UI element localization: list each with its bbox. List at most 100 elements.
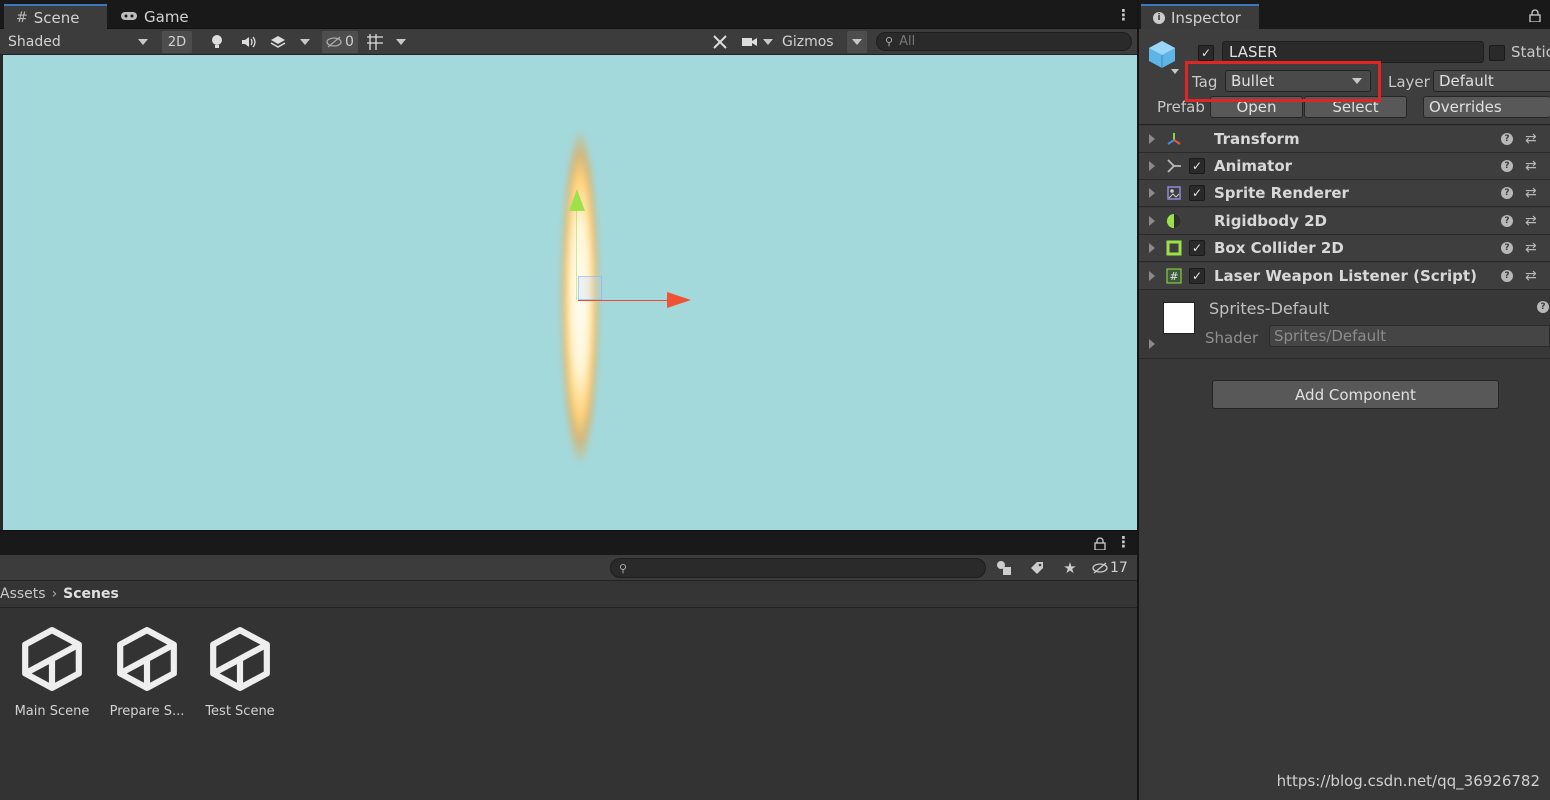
project-header: ⋮: [0, 530, 1138, 555]
foldout-arrow-icon[interactable]: [1149, 243, 1155, 253]
chevron-down-icon: [300, 39, 310, 45]
object-name-field[interactable]: LASER: [1222, 41, 1484, 63]
component-enabled-checkbox[interactable]: ✓: [1189, 240, 1205, 256]
grid-snapping-dropdown[interactable]: [366, 31, 412, 53]
asset-test-scene[interactable]: Test Scene: [192, 626, 288, 719]
foldout-arrow-icon[interactable]: [1149, 271, 1155, 281]
tools-button[interactable]: [710, 31, 730, 53]
watermark-text: https://blog.csdn.net/qq_36926782: [1276, 772, 1540, 790]
tab-scene[interactable]: # Scene: [4, 4, 107, 29]
help-icon[interactable]: ?: [1537, 301, 1549, 313]
chevron-down-icon: [396, 39, 406, 45]
foldout-arrow-icon[interactable]: [1149, 216, 1155, 226]
gamepad-icon: [120, 8, 138, 26]
breadcrumb-assets[interactable]: Assets: [0, 586, 46, 602]
gizmos-dropdown[interactable]: [847, 31, 867, 53]
help-icon[interactable]: ?: [1501, 133, 1513, 145]
speaker-icon: [242, 36, 256, 48]
chevron-down-icon[interactable]: [1171, 69, 1179, 74]
component-animator[interactable]: ✓ Animator ? ⇄: [1139, 153, 1550, 180]
settings-icon[interactable]: ⇄: [1525, 131, 1537, 147]
layer-label: Layer: [1388, 73, 1430, 91]
lighting-toggle[interactable]: [206, 31, 228, 53]
move-y-handle[interactable]: [569, 189, 585, 211]
project-search-input[interactable]: ⚲: [610, 558, 986, 578]
scene-menu-icon[interactable]: ⋮: [1116, 8, 1131, 23]
component-box-collider-2d[interactable]: ✓ Box Collider 2D ? ⇄: [1139, 235, 1550, 262]
hidden-packages-count: 17: [1110, 560, 1128, 576]
breadcrumb-scenes[interactable]: Scenes: [63, 586, 119, 602]
camera-dropdown[interactable]: [742, 31, 778, 53]
help-icon[interactable]: ?: [1501, 215, 1513, 227]
help-icon[interactable]: ?: [1501, 270, 1513, 282]
gizmos-button[interactable]: Gizmos: [782, 31, 842, 53]
settings-icon[interactable]: ⇄: [1525, 185, 1537, 201]
tab-game[interactable]: Game: [108, 4, 198, 29]
active-checkbox[interactable]: ✓: [1198, 45, 1214, 61]
material-preview[interactable]: [1163, 302, 1195, 334]
hidden-packages-toggle[interactable]: 17: [1092, 557, 1132, 579]
component-enabled-checkbox[interactable]: ✓: [1189, 158, 1205, 174]
2d-mode-button[interactable]: 2D: [162, 31, 192, 53]
asset-prepare-scene[interactable]: Prepare S...: [99, 626, 195, 719]
asset-label: Test Scene: [205, 704, 275, 719]
settings-icon[interactable]: ⇄: [1525, 240, 1537, 256]
component-name: Animator: [1214, 157, 1293, 175]
prefab-cube-icon[interactable]: [1147, 39, 1177, 69]
tab-inspector[interactable]: i Inspector: [1141, 4, 1259, 29]
help-icon[interactable]: ?: [1501, 187, 1513, 199]
add-component-label: Add Component: [1295, 385, 1416, 404]
foldout-arrow-icon[interactable]: [1149, 134, 1155, 144]
tag-highlight-annotation: [1185, 61, 1381, 102]
component-enabled-checkbox[interactable]: ✓: [1189, 268, 1205, 284]
gizmos-label: Gizmos: [782, 34, 834, 50]
settings-icon[interactable]: ⇄: [1525, 268, 1537, 284]
component-rigidbody-2d[interactable]: Rigidbody 2D ? ⇄: [1139, 208, 1550, 235]
move-x-handle[interactable]: [667, 292, 691, 308]
project-menu-icon[interactable]: ⋮: [1116, 535, 1131, 550]
camera-icon: [742, 38, 757, 46]
foldout-arrow-icon[interactable]: [1149, 161, 1155, 171]
search-icon: ⚲: [619, 561, 628, 575]
lock-icon[interactable]: [1094, 537, 1106, 550]
component-transform[interactable]: Transform ? ⇄: [1139, 126, 1550, 153]
layer-dropdown[interactable]: Default: [1433, 70, 1550, 92]
settings-icon[interactable]: ⇄: [1525, 213, 1537, 229]
scene-visibility-toggle[interactable]: 0: [322, 31, 358, 53]
component-name: Transform: [1214, 130, 1300, 148]
favorites-button[interactable]: ★: [1060, 557, 1080, 579]
effects-dropdown[interactable]: [270, 31, 318, 53]
scene-viewport[interactable]: [3, 55, 1137, 530]
shapes-icon: [997, 561, 1011, 575]
object-name-value: LASER: [1229, 43, 1278, 61]
rigidbody-icon: [1165, 212, 1183, 230]
add-component-button[interactable]: Add Component: [1212, 380, 1499, 409]
tag-icon: [1031, 562, 1043, 574]
tab-scene-label: Scene: [33, 8, 80, 27]
unity-scene-icon: [210, 627, 270, 691]
prefab-overrides-dropdown[interactable]: Overrides: [1423, 96, 1550, 118]
tools-icon: [713, 35, 727, 49]
shading-mode-dropdown[interactable]: Shaded: [4, 31, 154, 53]
settings-icon[interactable]: ⇄: [1525, 158, 1537, 174]
scene-search-input[interactable]: ⚲ All: [876, 32, 1132, 51]
audio-toggle[interactable]: [238, 31, 260, 53]
shader-dropdown[interactable]: Sprites/Default: [1269, 325, 1550, 347]
component-enabled-checkbox[interactable]: ✓: [1189, 185, 1205, 201]
sprite-renderer-icon: [1165, 184, 1183, 202]
lock-icon[interactable]: [1529, 9, 1541, 22]
foldout-arrow-icon[interactable]: [1149, 188, 1155, 198]
asset-main-scene[interactable]: Main Scene: [4, 626, 100, 719]
static-checkbox[interactable]: [1489, 45, 1505, 61]
foldout-arrow-icon[interactable]: [1149, 339, 1155, 349]
help-icon[interactable]: ?: [1501, 242, 1513, 254]
component-laser-weapon-listener[interactable]: # ✓ Laser Weapon Listener (Script) ? ⇄: [1139, 263, 1550, 290]
move-xy-handle[interactable]: [578, 276, 602, 300]
project-panel: ⋮ ⚲ ★ 17 Assets › Scenes Main Scene Prep: [0, 530, 1138, 800]
help-icon[interactable]: ?: [1501, 160, 1513, 172]
component-sprite-renderer[interactable]: ✓ Sprite Renderer ? ⇄: [1139, 180, 1550, 207]
search-by-type-button[interactable]: [994, 557, 1014, 579]
search-by-label-button[interactable]: [1027, 557, 1047, 579]
layer-value: Default: [1439, 72, 1494, 90]
component-name: Sprite Renderer: [1214, 184, 1349, 202]
